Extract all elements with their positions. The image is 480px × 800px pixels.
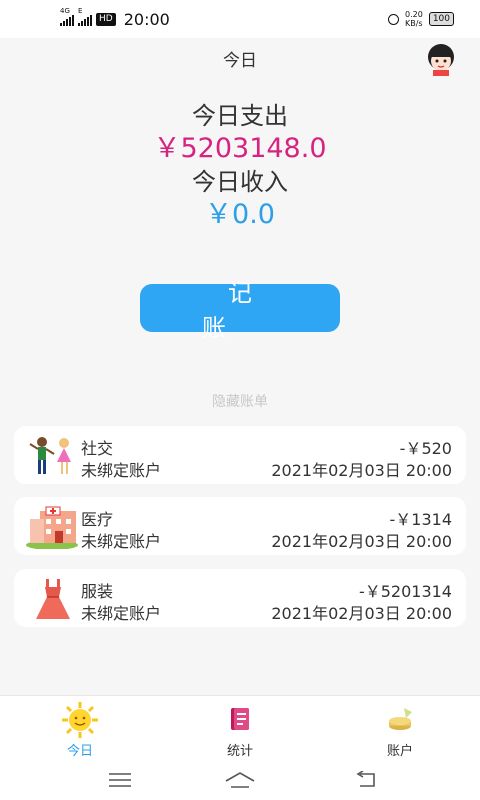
signal-icon-2: E [78,7,92,26]
bill-card[interactable]: 服装 未绑定账户 -￥5201314 2021年02月03日 20:00 [14,569,466,627]
expense-amount: ￥5203148.0 [153,133,327,164]
bill-card[interactable]: 社交 未绑定账户 -￥520 2021年02月03日 20:00 [14,426,466,484]
book-icon [216,702,264,738]
bill-card[interactable]: 医疗 未绑定账户 -￥1314 2021年02月03日 20:00 [14,497,466,555]
income-label: 今日收入 [192,168,288,196]
bill-category: 社交 [81,439,114,458]
bottom-tab-bar: 今日 统计 账户 [0,695,480,762]
menu-icon[interactable] [108,771,132,789]
tab-label: 今日 [66,744,93,759]
back-icon[interactable] [354,771,378,789]
alarm-icon [388,13,399,25]
bill-account: 未绑定账户 [81,532,162,551]
bill-datetime: 2021年02月03日 20:00 [271,532,452,551]
record-button[interactable]: 记账 [140,280,340,342]
system-navigation-bar [0,761,480,800]
battery-icon: 100 [428,12,454,26]
income-amount: ￥0.0 [205,199,275,230]
bill-amount: -￥5201314 [358,582,452,601]
avatar[interactable] [424,42,458,76]
hd-badge: HD [96,13,116,26]
tab-statistics[interactable]: 统计 [190,702,290,759]
network-speed: 0.20 KB/s [405,10,423,28]
bill-account: 未绑定账户 [81,461,162,480]
expense-label: 今日支出 [192,102,288,130]
clock: 20:00 [123,10,170,29]
bill-datetime: 2021年02月03日 20:00 [271,461,452,480]
signal-icon: 4G [60,7,74,26]
dress-icon [26,577,80,621]
app-header: 今日 [0,38,480,76]
social-icon [26,434,80,478]
tab-accounts[interactable]: 账户 [350,702,450,759]
today-summary: 今日支出 ￥5203148.0 今日收入 ￥0.0 [0,100,480,232]
tab-today[interactable]: 今日 [30,702,130,759]
hospital-icon [26,505,80,550]
tab-label: 账户 [386,744,413,759]
bill-category: 医疗 [81,510,114,529]
sun-icon [56,702,104,738]
tab-label: 统计 [226,744,253,759]
home-icon[interactable] [224,771,256,789]
status-bar: 4G E HD 20:00 0.20 KB/s 100 [0,0,480,38]
bill-datetime: 2021年02月03日 20:00 [271,604,452,623]
page-title: 今日 [223,51,257,71]
money-icon [376,702,424,738]
bill-amount: -￥1314 [389,510,453,529]
bill-amount: -￥520 [399,439,452,458]
hide-bills-link[interactable]: 隐藏账单 [0,391,480,411]
bill-account: 未绑定账户 [81,604,162,623]
bill-category: 服装 [81,582,114,601]
